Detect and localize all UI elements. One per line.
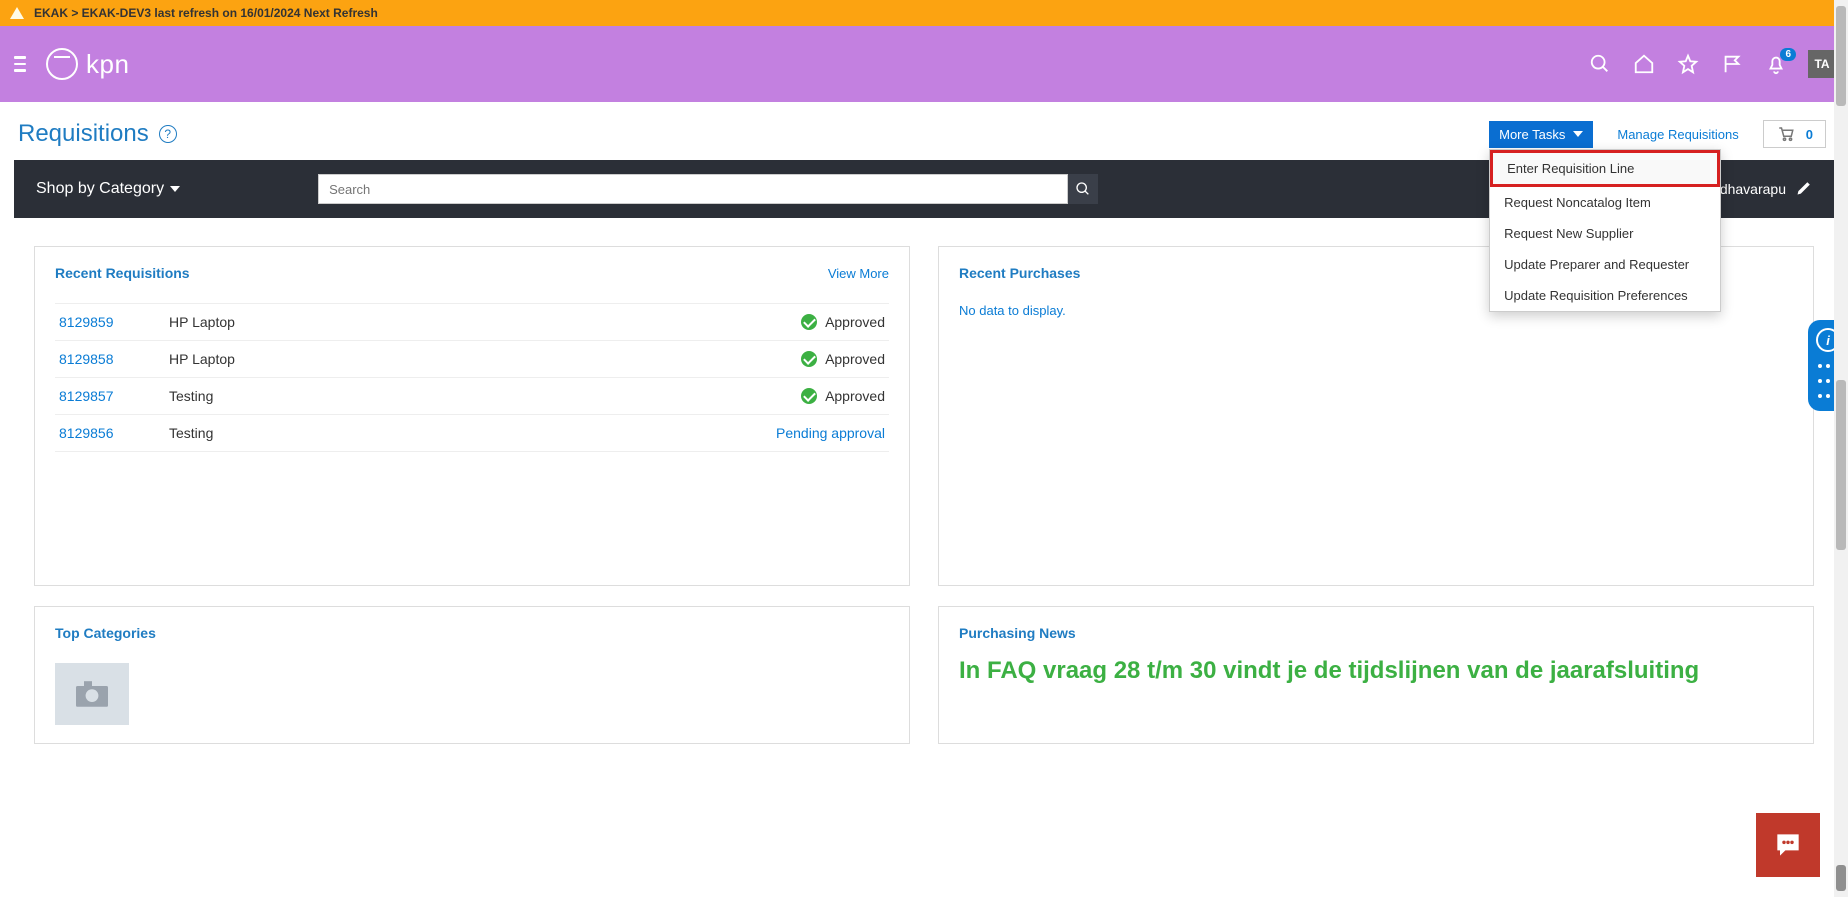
table-row: 8129859 HP LaptopApproved <box>55 304 889 341</box>
kpn-crown-icon <box>46 48 78 80</box>
purchasing-news-title: Purchasing News <box>959 625 1076 641</box>
table-row: 8129857 TestingApproved <box>55 378 889 415</box>
menu-item-enter-requisition-line[interactable]: Enter Requisition Line <box>1490 150 1720 187</box>
notifications-bell-icon[interactable]: 6 <box>1764 52 1788 76</box>
status-badge: Approved <box>449 388 885 404</box>
category-placeholder-image[interactable] <box>55 663 129 725</box>
brand-logo[interactable]: kpn <box>46 48 129 80</box>
requisition-id-link[interactable]: 8129858 <box>59 351 114 367</box>
status-badge: Approved <box>449 314 885 330</box>
watchlist-flag-icon[interactable] <box>1720 52 1744 76</box>
more-tasks-button[interactable]: More Tasks <box>1489 121 1593 148</box>
global-header: kpn 6 TA <box>0 26 1848 102</box>
cart-count: 0 <box>1806 127 1813 142</box>
chevron-down-icon <box>1573 131 1583 137</box>
camera-icon <box>72 678 112 710</box>
page-title: Requisitions <box>18 120 149 148</box>
check-icon <box>801 388 817 404</box>
menu-item-request-noncatalog-item[interactable]: Request Noncatalog Item <box>1490 187 1720 218</box>
recent-requisitions-panel: Recent Requisitions View More 8129859 HP … <box>34 246 910 586</box>
requisition-id-link[interactable]: 8129856 <box>59 425 114 441</box>
navigator-menu-button[interactable] <box>8 50 32 78</box>
notification-count-badge: 6 <box>1780 48 1796 61</box>
avatar-initials: TA <box>1814 57 1829 71</box>
home-icon[interactable] <box>1632 52 1656 76</box>
shop-by-category-button[interactable]: Shop by Category <box>36 180 180 198</box>
recent-requisitions-title: Recent Requisitions <box>55 265 190 281</box>
menu-item-update-requisition-preferences[interactable]: Update Requisition Preferences <box>1490 280 1720 311</box>
chat-button[interactable] <box>1756 813 1820 877</box>
requisition-description: HP Laptop <box>165 304 445 341</box>
check-icon <box>801 314 817 330</box>
more-tasks-label: More Tasks <box>1499 127 1565 142</box>
avatar[interactable]: TA <box>1808 50 1836 78</box>
requisition-id-link[interactable]: 8129857 <box>59 388 114 404</box>
check-icon <box>801 351 817 367</box>
chat-icon <box>1772 829 1804 861</box>
pending-status-link[interactable]: Pending approval <box>776 425 885 441</box>
environment-banner-text: EKAK > EKAK-DEV3 last refresh on 16/01/2… <box>34 6 378 20</box>
search-icon[interactable] <box>1588 52 1612 76</box>
purchasing-news-panel: Purchasing News In FAQ vraag 28 t/m 30 v… <box>938 606 1814 744</box>
environment-banner: EKAK > EKAK-DEV3 last refresh on 16/01/2… <box>0 0 1848 26</box>
requisition-description: Testing <box>165 378 445 415</box>
manage-requisitions-link[interactable]: Manage Requisitions <box>1617 127 1738 142</box>
table-row: 8129856 Testing Pending approval <box>55 415 889 452</box>
edit-requester-icon[interactable] <box>1796 180 1812 199</box>
favorites-star-icon[interactable] <box>1676 52 1700 76</box>
page-scrollbar[interactable] <box>1834 0 1848 897</box>
cart-icon <box>1776 125 1796 143</box>
table-row: 8129858 HP LaptopApproved <box>55 341 889 378</box>
purchasing-news-headline: In FAQ vraag 28 t/m 30 vindt je de tijds… <box>959 655 1793 686</box>
catalog-search-button[interactable] <box>1068 174 1098 204</box>
shop-category-label: Shop by Category <box>36 180 164 198</box>
recent-purchases-title: Recent Purchases <box>959 265 1080 281</box>
cart-button[interactable]: 0 <box>1763 120 1826 148</box>
requisition-description: Testing <box>165 415 445 452</box>
warning-icon <box>10 7 24 19</box>
page-title-row: Requisitions ? More Tasks Enter Requisit… <box>0 102 1848 160</box>
menu-item-update-preparer-requester[interactable]: Update Preparer and Requester <box>1490 249 1720 280</box>
top-categories-title: Top Categories <box>55 625 156 641</box>
help-icon[interactable]: ? <box>159 125 177 143</box>
chevron-down-icon <box>170 186 180 192</box>
menu-item-request-new-supplier[interactable]: Request New Supplier <box>1490 218 1720 249</box>
catalog-search-input[interactable] <box>318 174 1068 204</box>
requisition-description: HP Laptop <box>165 341 445 378</box>
requisition-id-link[interactable]: 8129859 <box>59 314 114 330</box>
top-categories-panel: Top Categories <box>34 606 910 744</box>
view-more-link[interactable]: View More <box>828 266 889 281</box>
more-tasks-menu: Enter Requisition Line Request Noncatalo… <box>1489 149 1721 312</box>
brand-text: kpn <box>86 49 129 80</box>
recent-requisitions-table: 8129859HP LaptopApproved8129858HP Laptop… <box>55 303 889 452</box>
status-badge: Approved <box>449 351 885 367</box>
status-badge: Pending approval <box>449 425 885 441</box>
